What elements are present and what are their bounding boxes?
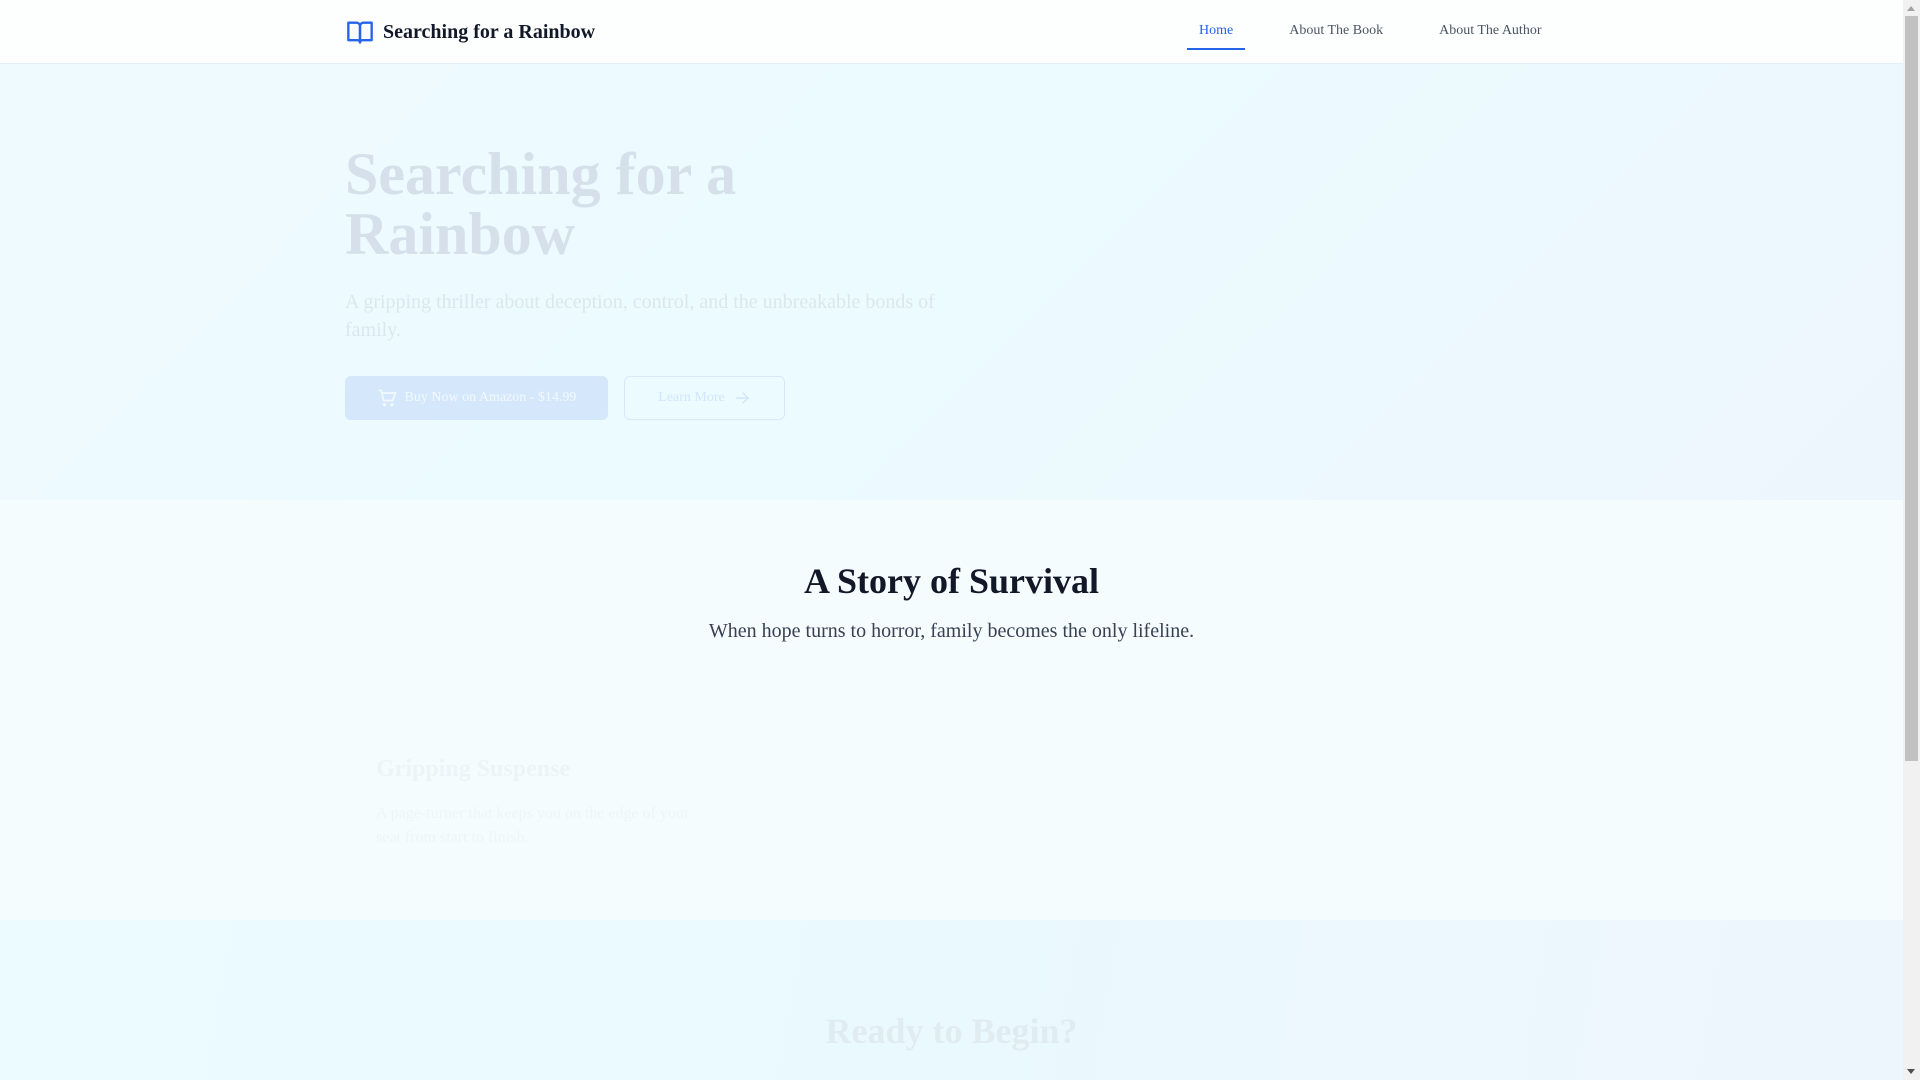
site-header: Searching for a Rainbow Home About The B… xyxy=(0,0,1903,64)
hero-section: Searching for a Rainbow A gripping thril… xyxy=(0,64,1903,500)
nav-about-book[interactable]: About The Book xyxy=(1277,0,1395,50)
cart-icon xyxy=(378,389,397,407)
feature-card-title: Gripping Suspense xyxy=(376,756,571,782)
cta-section: Ready to Begin? xyxy=(0,920,1903,1080)
brand-link[interactable]: Searching for a Rainbow xyxy=(345,18,595,46)
buy-now-label: Buy Now on Amazon - $14.99 xyxy=(404,390,577,405)
nav-about-author[interactable]: About The Author xyxy=(1427,0,1553,50)
learn-more-label: Learn More xyxy=(658,390,725,405)
main-nav: Home About The Book About The Author xyxy=(1187,0,1585,64)
feature-card-text: A page-turner that keeps you on the edge… xyxy=(376,805,690,846)
buy-now-button[interactable]: Buy Now on Amazon - $14.99 xyxy=(345,376,608,420)
arrow-right-icon xyxy=(735,392,749,404)
nav-home[interactable]: Home xyxy=(1187,0,1246,50)
cta-title: Ready to Begin? xyxy=(825,1011,1078,1051)
story-section: A Story of Survival When hope turns to h… xyxy=(0,500,1903,920)
story-subtitle: When hope turns to horror, family become… xyxy=(708,620,1195,642)
scrollbar-thumb[interactable] xyxy=(1905,16,1918,761)
hero-subtitle: A gripping thriller about deception, con… xyxy=(345,291,935,341)
brand-name: Searching for a Rainbow xyxy=(383,20,596,43)
story-title: A Story of Survival xyxy=(803,561,1099,601)
learn-more-button[interactable]: Learn More xyxy=(624,376,785,420)
open-book-icon xyxy=(347,21,373,44)
hero-title: Searching for a Rainbow xyxy=(345,141,737,267)
page: Searching for a Rainbow Home About The B… xyxy=(0,0,1903,1080)
scroll-up-icon[interactable] xyxy=(1907,6,1915,11)
scroll-down-icon[interactable] xyxy=(1907,1069,1915,1074)
page-scrollbar[interactable] xyxy=(1903,0,1920,1080)
